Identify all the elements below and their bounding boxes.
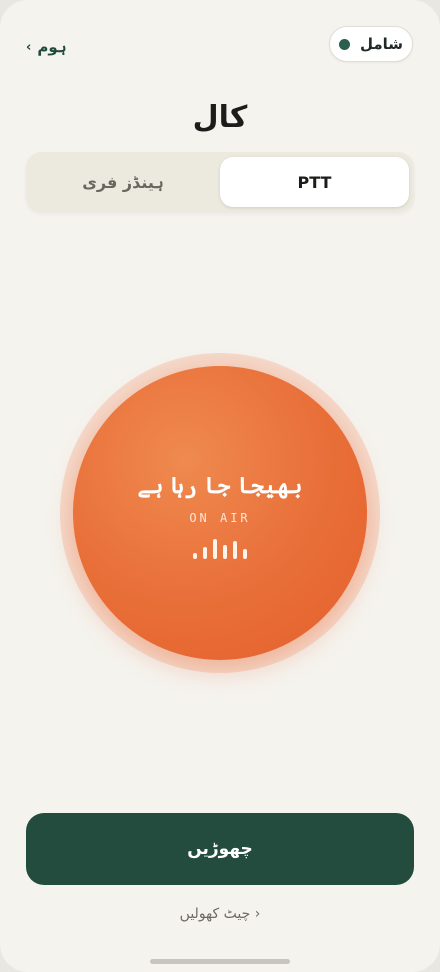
chevron-right-icon: › — [254, 906, 261, 922]
status-badge: شامل — [329, 26, 413, 62]
home-back-link[interactable]: ‹ ہوم — [26, 38, 67, 56]
audio-wave-icon — [193, 539, 247, 559]
tab-ptt-label: PTT — [297, 172, 332, 192]
home-indicator — [150, 959, 290, 964]
leave-button-label: چھوڑیں — [187, 839, 253, 859]
push-to-talk-button[interactable]: بھیجا جا رہا ہے ON AIR — [73, 366, 367, 660]
tab-ptt[interactable]: PTT — [220, 157, 409, 207]
on-air-label: ON AIR — [189, 511, 251, 525]
open-chat-label: چیٹ کھولیں — [179, 906, 251, 922]
home-back-label: ہوم — [37, 38, 67, 56]
mode-segmented-control: ہینڈز فری PTT — [26, 152, 414, 212]
call-screen: ‹ ہوم شامل کال ہینڈز فری PTT بھیجا جا رہ… — [0, 0, 440, 972]
status-dot-icon — [338, 38, 350, 50]
chevron-left-icon: ‹ — [26, 39, 32, 55]
status-label: شامل — [359, 35, 404, 53]
tab-hands-free[interactable]: ہینڈز فری — [31, 157, 215, 207]
page-title: کال — [192, 100, 248, 135]
sending-status-text: بھیجا جا رہا ہے — [137, 473, 303, 499]
leave-button[interactable]: چھوڑیں — [26, 813, 414, 885]
open-chat-link[interactable]: چیٹ کھولیں › — [0, 906, 440, 922]
tab-hands-free-label: ہینڈز فری — [82, 172, 164, 192]
